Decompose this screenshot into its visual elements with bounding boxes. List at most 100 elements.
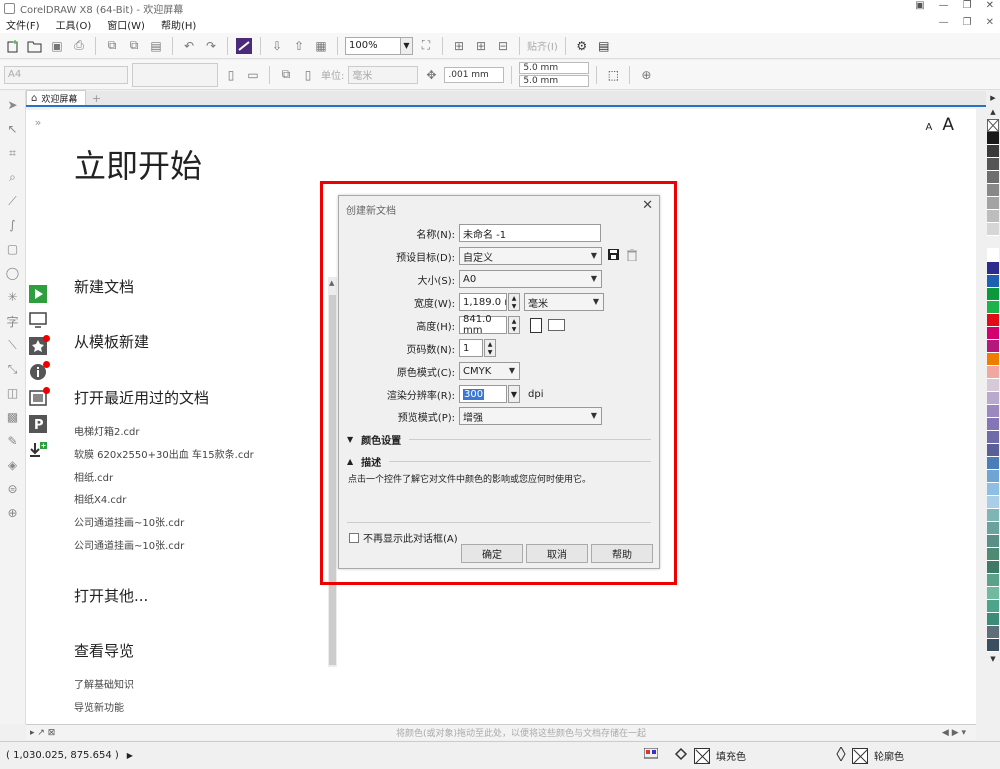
grid-icon[interactable]: ⊞ (472, 37, 490, 55)
artistic-media-icon[interactable]: ∫ (5, 217, 21, 233)
color-swatch[interactable] (987, 158, 999, 171)
color-swatch[interactable] (987, 171, 999, 184)
menu-help[interactable]: 帮助(H) (161, 17, 196, 32)
units-select[interactable]: 毫米 (348, 65, 419, 84)
all-pages-icon[interactable]: ⧉ (277, 66, 295, 84)
outline-indicator[interactable]: 轮廓色 (836, 745, 904, 764)
new-features-link[interactable]: 导览新功能 (74, 699, 124, 714)
color-swatch[interactable] (987, 548, 999, 561)
recent-file-item[interactable]: 公司通道挂画~10张.cdr (74, 537, 184, 552)
palette-scroll-up-icon[interactable]: ▶ (990, 91, 995, 105)
doc-minimize-button[interactable]: — (939, 17, 949, 28)
full-screen-icon[interactable]: ⛶ (417, 37, 435, 55)
color-swatch[interactable] (987, 509, 999, 522)
cut-icon[interactable]: ⧉ (103, 37, 121, 55)
pick-tool-icon[interactable]: ➤ (5, 97, 21, 113)
gallery-icon[interactable] (29, 387, 50, 407)
color-swatch[interactable] (987, 184, 999, 197)
color-swatch[interactable] (987, 340, 999, 353)
workspace-icon[interactable] (29, 311, 47, 329)
cancel-button[interactable]: 取消 (526, 544, 588, 563)
expand-icon[interactable]: » (35, 116, 42, 129)
color-swatch[interactable] (987, 288, 999, 301)
color-swatch[interactable] (987, 626, 999, 639)
user-icon[interactable]: ▣ (915, 0, 924, 11)
size-select[interactable]: A0 ▼ (459, 270, 602, 288)
gear-icon[interactable]: ⚙ (573, 37, 591, 55)
color-swatch[interactable] (987, 561, 999, 574)
menu-window[interactable]: 窗口(W) (107, 17, 145, 32)
info-icon[interactable] (29, 361, 50, 381)
page-frame-icon[interactable]: ⬚ (604, 66, 622, 84)
color-swatch[interactable] (987, 639, 999, 652)
resolution-input[interactable]: 300 (459, 385, 507, 403)
dont-show-again-checkbox[interactable]: 不再显示此对话框(A) (349, 530, 458, 545)
resolution-dropdown[interactable]: ▼ (508, 385, 520, 403)
color-swatch[interactable] (987, 405, 999, 418)
recent-file-item[interactable]: 公司通道挂画~10张.cdr (74, 514, 184, 529)
freehand-tool-icon[interactable]: ⟋ (5, 193, 21, 209)
get-started-icon[interactable] (29, 285, 47, 303)
page-dimensions[interactable] (132, 62, 218, 87)
description-section[interactable]: ▲ 描述 (347, 454, 651, 469)
color-swatch[interactable] (987, 223, 999, 236)
minimize-button[interactable]: — (939, 0, 949, 11)
preview-select[interactable]: 增强 ▼ (459, 407, 602, 425)
color-swatch[interactable] (987, 314, 999, 327)
name-input[interactable]: 未命名 -1 (459, 224, 601, 242)
color-swatch[interactable] (987, 431, 999, 444)
duplicate-x-input[interactable]: 5.0 mm (519, 62, 590, 74)
get-more-icon[interactable] (29, 441, 47, 459)
font-large-button[interactable]: A (942, 115, 954, 135)
close-button[interactable]: ✕ (986, 0, 994, 11)
redo-icon[interactable]: ↷ (202, 37, 220, 55)
color-swatch[interactable] (987, 457, 999, 470)
paste-icon[interactable]: ▤ (147, 37, 165, 55)
new-document-link[interactable]: 新建文档 (74, 276, 134, 297)
polygon-tool-icon[interactable]: ✳ (5, 289, 21, 305)
interactive-fill-icon[interactable]: ◈ (5, 457, 21, 473)
color-swatch[interactable] (987, 262, 999, 275)
open-folder-icon[interactable] (26, 37, 44, 55)
copy-icon[interactable]: ⧉ (125, 37, 143, 55)
units-select[interactable]: 毫米 ▼ (524, 293, 604, 311)
color-swatch[interactable] (987, 353, 999, 366)
no-color-swatch[interactable] (987, 119, 999, 132)
color-swatch[interactable] (987, 444, 999, 457)
current-page-icon[interactable]: ▯ (299, 66, 317, 84)
width-stepper[interactable]: ▲ ▼ (508, 293, 520, 311)
color-swatch[interactable] (987, 366, 999, 379)
export-icon[interactable]: ⇧ (290, 37, 308, 55)
delete-preset-icon[interactable] (627, 248, 637, 264)
guidelines-icon[interactable]: ⊟ (494, 37, 512, 55)
color-swatch[interactable] (987, 418, 999, 431)
eyedropper-icon[interactable]: ✎ (5, 433, 21, 449)
doc-close-button[interactable]: ✕ (986, 17, 994, 28)
recent-file-item[interactable]: 软膜 620x2550+30出血 车15款条.cdr (74, 446, 254, 461)
portrait-icon[interactable] (530, 317, 542, 333)
connector-tool-icon[interactable]: ⤡ (5, 361, 21, 377)
color-swatch[interactable] (987, 587, 999, 600)
fill-indicator[interactable]: 填充色 (643, 747, 746, 764)
portrait-icon[interactable]: ▯ (222, 66, 240, 84)
smart-fill-icon[interactable]: ⊜ (5, 481, 21, 497)
transparency-icon[interactable]: ▩ (5, 409, 21, 425)
recent-file-item[interactable]: 相纸.cdr (74, 469, 113, 484)
color-swatch[interactable] (987, 275, 999, 288)
rulers-icon[interactable]: ⊞ (450, 37, 468, 55)
undo-icon[interactable]: ↶ (180, 37, 198, 55)
color-swatch[interactable] (987, 483, 999, 496)
new-document-icon[interactable] (4, 37, 22, 55)
color-swatch[interactable] (987, 301, 999, 314)
import-icon[interactable]: ⇩ (268, 37, 286, 55)
page-size-select[interactable]: A4 (4, 65, 128, 84)
color-swatch[interactable] (987, 132, 999, 145)
crop-tool-icon[interactable]: ⌗ (5, 145, 21, 161)
parallel-dimension-icon[interactable]: ⟍ (5, 337, 21, 353)
new-from-template-link[interactable]: 从模板新建 (74, 331, 149, 352)
zoom-tool-icon[interactable]: ⌕ (5, 169, 21, 185)
color-swatch[interactable] (987, 470, 999, 483)
color-swatch[interactable] (987, 379, 999, 392)
tab-welcome-screen[interactable]: ⌂ 欢迎屏幕 (26, 90, 87, 105)
palette-scroll-down-icon[interactable]: ▼ (990, 652, 995, 666)
